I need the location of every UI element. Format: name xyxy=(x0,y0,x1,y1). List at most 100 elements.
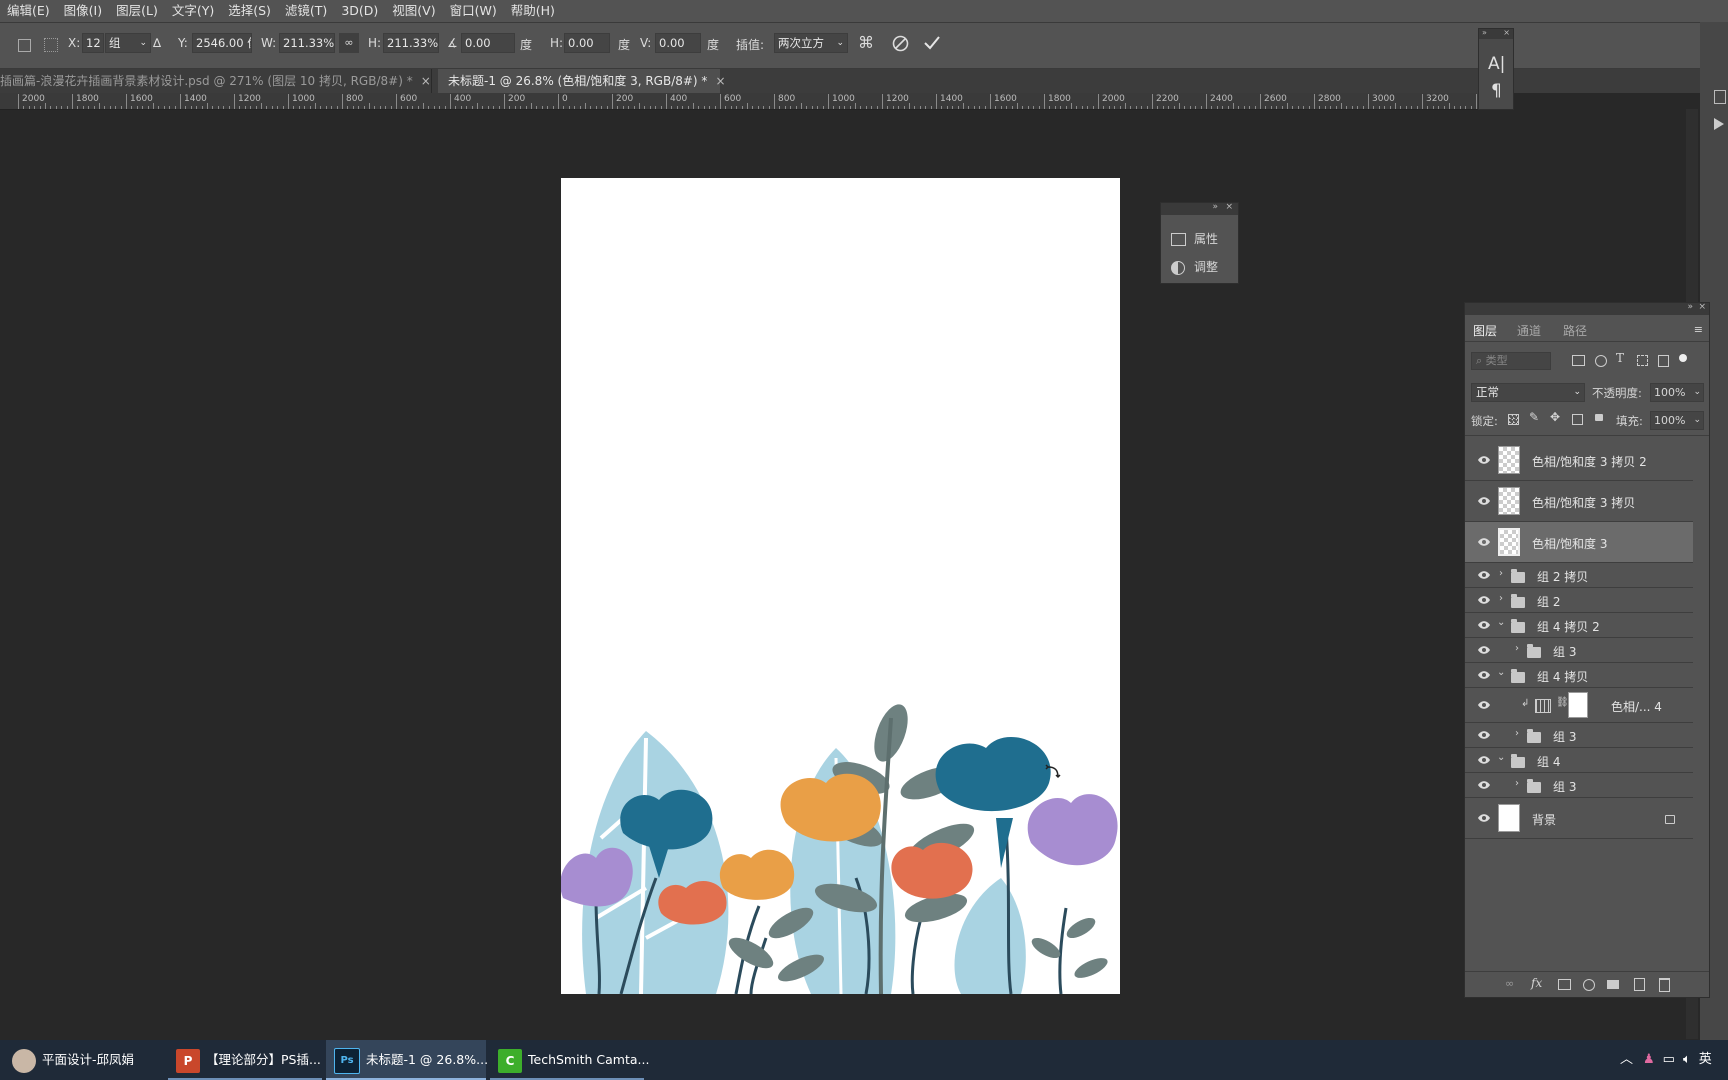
menu-filter[interactable]: 滤镜(T) xyxy=(278,0,334,22)
hskew-field[interactable]: 0.00 xyxy=(564,33,610,53)
lock-all-icon[interactable] xyxy=(1595,414,1603,421)
tab-paths[interactable]: 路径 xyxy=(1563,322,1587,339)
eye-icon[interactable] xyxy=(1477,780,1491,790)
eye-icon[interactable] xyxy=(1477,645,1491,655)
eye-icon[interactable] xyxy=(1477,620,1491,630)
chevron-down-icon[interactable]: ⌄ xyxy=(1497,752,1505,763)
reference-point-icon[interactable] xyxy=(44,38,58,52)
taskbar-item-wechat[interactable]: 平面设计-邱凤娟 xyxy=(12,1040,160,1080)
link-layers-icon[interactable]: ∞ xyxy=(1505,977,1514,990)
properties-item[interactable]: 属性 xyxy=(1171,230,1218,247)
collapse-icon[interactable]: » xyxy=(1212,202,1218,212)
tab-document-1[interactable]: 插画篇-浪漫花卉插画背景素材设计.psd @ 271% (图层 10 拷贝, R… xyxy=(0,69,432,93)
tab-document-2[interactable]: 未标题-1 @ 26.8% (色相/饱和度 3, RGB/8#) * × xyxy=(438,69,726,93)
close-icon[interactable]: × xyxy=(1503,28,1510,37)
commit-transform-icon[interactable] xyxy=(923,35,941,51)
filter-type-icon[interactable]: T xyxy=(1616,351,1624,365)
fx-icon[interactable]: fx xyxy=(1531,976,1542,990)
chevron-right-icon[interactable]: › xyxy=(1499,593,1503,604)
layer-row[interactable]: › 组 2 拷贝 xyxy=(1465,563,1693,588)
h-field[interactable]: 211.33% xyxy=(383,33,439,53)
menu-image[interactable]: 图像(I) xyxy=(57,0,109,22)
document-canvas[interactable] xyxy=(561,178,1120,994)
opacity-input[interactable]: 100% ⌄ xyxy=(1650,383,1704,402)
menu-window[interactable]: 窗口(W) xyxy=(443,0,504,22)
checkbox-icon[interactable] xyxy=(18,39,31,52)
chevron-down-icon[interactable]: ⌄ xyxy=(1497,667,1505,678)
fill-input[interactable]: 100% ⌄ xyxy=(1650,411,1704,430)
eye-icon[interactable] xyxy=(1477,755,1491,765)
chevron-up-icon[interactable]: ︿ xyxy=(1620,1052,1633,1067)
close-icon[interactable]: × xyxy=(421,74,431,88)
lock-position-icon[interactable]: ✥ xyxy=(1550,410,1560,424)
layer-row[interactable]: 色相/饱和度 3 拷贝 2 xyxy=(1465,440,1693,481)
filter-smart-object-icon[interactable] xyxy=(1658,355,1669,367)
taskbar-item-photoshop[interactable]: Ps 未标题-1 @ 26.8%... xyxy=(326,1040,488,1080)
filter-adjustment-icon[interactable] xyxy=(1595,355,1607,367)
layer-row[interactable]: › 组 2 xyxy=(1465,588,1693,613)
eye-icon[interactable] xyxy=(1477,813,1491,823)
ime-indicator[interactable]: 英 xyxy=(1699,1052,1712,1067)
eye-icon[interactable] xyxy=(1477,455,1491,465)
blend-mode-select[interactable]: 正常 ⌄ xyxy=(1471,383,1585,402)
close-icon[interactable]: × xyxy=(715,74,725,88)
new-layer-icon[interactable] xyxy=(1634,978,1645,991)
eye-icon[interactable] xyxy=(1477,570,1491,580)
volume-icon[interactable]: 🔈︎ xyxy=(1683,1052,1691,1067)
tray-app-icon[interactable]: ♟ xyxy=(1643,1052,1655,1067)
paragraph-icon[interactable]: ¶ xyxy=(1491,81,1502,101)
lock-paint-icon[interactable]: ✎ xyxy=(1529,410,1539,424)
layer-row[interactable]: › 组 3 xyxy=(1465,773,1693,798)
layer-row[interactable]: ⌄ 组 4 xyxy=(1465,748,1693,773)
layer-row[interactable]: ⌄ 组 4 拷贝 xyxy=(1465,663,1693,688)
collapse-icon[interactable]: » xyxy=(1482,28,1487,37)
x-field[interactable]: 12 xyxy=(82,33,104,53)
taskbar-item-powerpoint[interactable]: P 【理论部分】PS插... xyxy=(168,1040,322,1080)
menu-view[interactable]: 视图(V) xyxy=(385,0,442,22)
taskbar-item-camtasia[interactable]: C TechSmith Camta... xyxy=(490,1040,649,1080)
eye-icon[interactable] xyxy=(1477,496,1491,506)
angle-field[interactable]: 0.00 xyxy=(461,33,515,53)
menu-edit[interactable]: 编辑(E) xyxy=(0,0,57,22)
lock-artboard-icon[interactable] xyxy=(1572,414,1583,425)
filter-image-icon[interactable] xyxy=(1572,355,1585,366)
menu-3d[interactable]: 3D(D) xyxy=(334,0,385,22)
menu-layer[interactable]: 图层(L) xyxy=(109,0,165,22)
chevron-right-icon[interactable]: › xyxy=(1515,778,1519,789)
add-mask-icon[interactable] xyxy=(1558,979,1571,990)
layer-row[interactable]: › 组 3 xyxy=(1465,638,1693,663)
layer-row-selected[interactable]: 色相/饱和度 3 xyxy=(1465,522,1693,563)
filter-shape-icon[interactable] xyxy=(1637,355,1648,366)
menu-type[interactable]: 文字(Y) xyxy=(165,0,221,22)
tab-channels[interactable]: 通道 xyxy=(1517,322,1541,339)
eye-icon[interactable] xyxy=(1477,730,1491,740)
layer-row[interactable]: ↲ ⛓ 色相/... 4 xyxy=(1465,688,1693,723)
new-adjustment-icon[interactable] xyxy=(1583,979,1595,991)
menu-help[interactable]: 帮助(H) xyxy=(504,0,562,22)
play-icon[interactable] xyxy=(1714,118,1724,130)
layer-row[interactable]: 色相/饱和度 3 拷贝 xyxy=(1465,481,1693,522)
cancel-transform-icon[interactable] xyxy=(892,35,909,52)
interpolation-select[interactable]: 两次立方 ⌄ xyxy=(774,33,848,53)
new-group-icon[interactable] xyxy=(1607,980,1619,989)
chevron-right-icon[interactable]: › xyxy=(1515,728,1519,739)
layer-filter-input[interactable]: ⌕ 类型 xyxy=(1471,352,1551,370)
lock-transparent-icon[interactable] xyxy=(1508,414,1519,425)
filter-toggle-icon[interactable] xyxy=(1679,354,1687,362)
layer-row[interactable]: › 组 3 xyxy=(1465,723,1693,748)
link-icon[interactable]: ∞ xyxy=(339,33,359,53)
reference-select[interactable]: 组 ⌄ xyxy=(105,33,151,53)
close-icon[interactable]: × xyxy=(1698,302,1706,312)
panel-menu-icon[interactable]: ≡ xyxy=(1694,323,1703,336)
w-field[interactable]: 211.33% xyxy=(279,33,335,53)
character-icon[interactable]: A| xyxy=(1488,54,1505,74)
layer-row[interactable]: 背景 xyxy=(1465,798,1693,839)
vskew-field[interactable]: 0.00 xyxy=(655,33,701,53)
menu-select[interactable]: 选择(S) xyxy=(221,0,278,22)
tab-layers[interactable]: 图层 xyxy=(1473,322,1497,339)
layer-row[interactable]: ⌄ 组 4 拷贝 2 xyxy=(1465,613,1693,638)
y-field[interactable]: 2546.00 像 xyxy=(192,33,252,53)
collapse-icon[interactable]: » xyxy=(1687,302,1693,312)
network-icon[interactable]: ▭ xyxy=(1663,1052,1675,1067)
eye-icon[interactable] xyxy=(1477,537,1491,547)
